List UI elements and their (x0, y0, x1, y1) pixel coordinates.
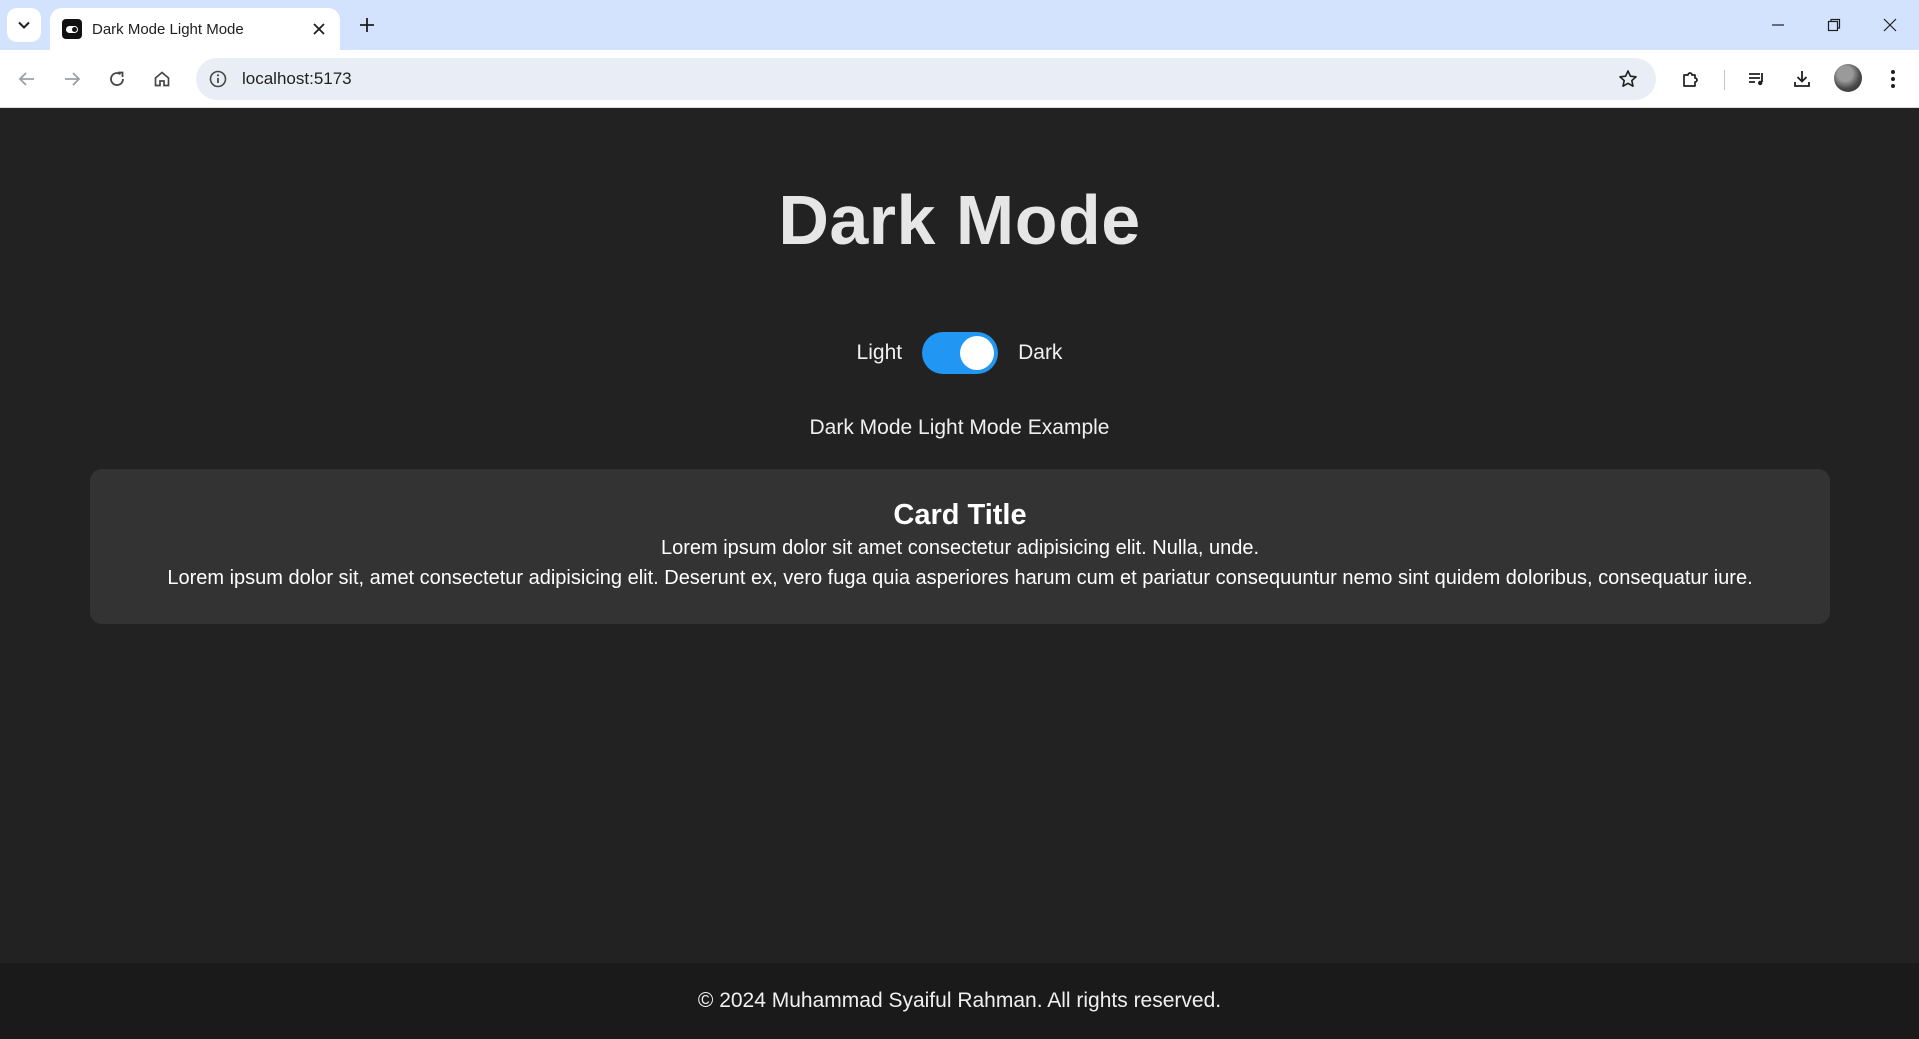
reload-button[interactable] (100, 62, 134, 96)
restore-icon (1827, 18, 1841, 32)
content-card: Card Title Lorem ipsum dolor sit amet co… (90, 469, 1830, 624)
plus-icon (360, 18, 374, 32)
card-text-line-1: Lorem ipsum dolor sit amet consectetur a… (660, 537, 1260, 559)
downloads-button[interactable] (1785, 62, 1819, 96)
theme-toggle-switch[interactable] (922, 332, 999, 374)
tab-search-button[interactable] (7, 8, 41, 42)
card-title: Card Title (893, 499, 1027, 531)
url-text: localhost:5173 (242, 69, 352, 88)
tab-close-button[interactable] (308, 18, 330, 40)
close-icon (1883, 18, 1897, 32)
site-info-button[interactable] (204, 65, 232, 93)
chevron-down-icon (18, 21, 30, 29)
arrow-left-icon (18, 72, 34, 86)
menu-button[interactable] (1876, 62, 1910, 96)
download-icon (1794, 71, 1810, 87)
reload-icon (110, 71, 124, 86)
toggle-label-light: Light (856, 341, 903, 364)
avatar[interactable] (1834, 64, 1862, 92)
forward-button[interactable] (55, 62, 89, 96)
close-window-button[interactable] (1862, 0, 1918, 50)
puzzle-icon (1683, 72, 1698, 87)
home-button[interactable] (145, 62, 179, 96)
page-footer: © 2024 Muhammad Syaiful Rahman. All righ… (0, 963, 1919, 1039)
browser-tab[interactable]: Dark Mode Light Mode (50, 8, 340, 50)
page-subtitle: Dark Mode Light Mode Example (809, 416, 1110, 439)
media-control-button[interactable] (1740, 62, 1774, 96)
star-icon (1619, 70, 1637, 87)
new-tab-button[interactable] (352, 10, 382, 40)
toggle-icon (62, 19, 82, 39)
tab-title: Dark Mode Light Mode (92, 20, 244, 38)
back-button[interactable] (10, 62, 44, 96)
minimize-button[interactable] (1750, 0, 1806, 50)
footer-copyright: © 2024 Muhammad Syaiful Rahman. All righ… (697, 989, 1222, 1012)
restore-button[interactable] (1806, 0, 1862, 50)
close-icon (313, 23, 325, 35)
address-bar[interactable]: localhost:5173 (196, 58, 1656, 100)
browser-toolbar: localhost:5173 (0, 50, 1919, 108)
theme-toggle-row: Light Dark (0, 332, 1919, 374)
home-icon (154, 71, 170, 87)
browser-tabstrip: Dark Mode Light Mode (0, 0, 1919, 50)
card-text-line-2: Lorem ipsum dolor sit, amet consectetur … (167, 567, 1753, 589)
extensions-button[interactable] (1674, 62, 1708, 96)
page-title: Dark Mode (778, 181, 1141, 259)
toggle-label-dark: Dark (1018, 341, 1063, 364)
bookmark-button[interactable] (1614, 65, 1642, 93)
page-content: Dark Mode Light Dark Dark Mode Light Mod… (0, 108, 1919, 963)
media-queue-icon (1749, 73, 1763, 86)
info-icon (209, 70, 227, 88)
arrow-right-icon (65, 72, 81, 86)
toolbar-divider (1724, 70, 1725, 90)
kebab-menu-icon (1891, 70, 1895, 88)
toggle-knob (960, 336, 995, 370)
minimize-icon (1772, 24, 1784, 26)
